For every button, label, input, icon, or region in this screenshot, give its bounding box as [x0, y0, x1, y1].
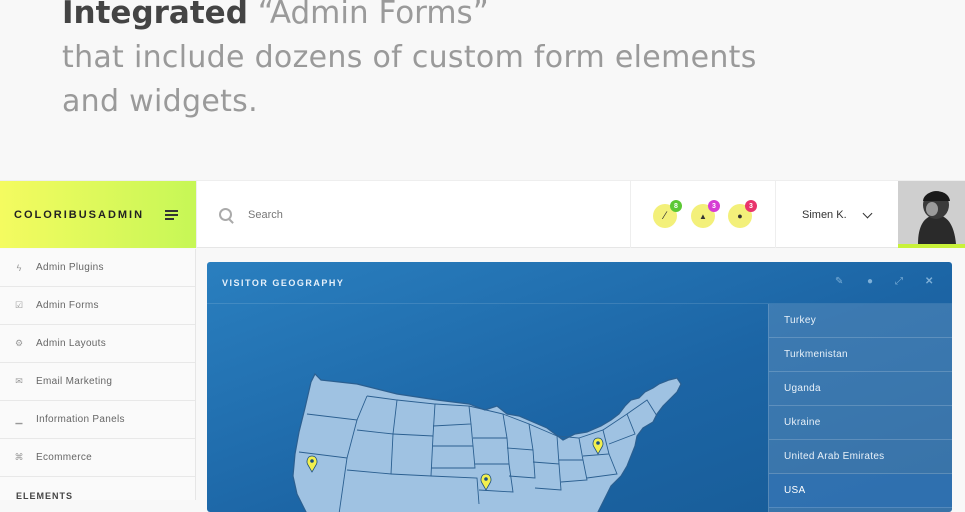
sidebar-item-label: Admin Plugins [36, 262, 104, 273]
hero-headline: Integrated “Admin Forms” [62, 0, 942, 31]
chat-badge: 3 [745, 200, 757, 212]
country-list: Turkey Turkmenistan Uganda Ukraine Unite… [768, 304, 952, 512]
sidebar-item-ecommerce[interactable]: ⌘ Ecommerce [0, 439, 195, 477]
hero-subtitle: that include dozens of custom form eleme… [62, 36, 942, 124]
wand-icon: ∕ [664, 210, 666, 222]
sidebar-item-information-panels[interactable]: ▁ Information Panels [0, 401, 195, 439]
user-name: Simen K. [802, 208, 847, 221]
envelope-icon: ✉ [15, 376, 23, 386]
cart-icon: ⌘ [14, 452, 24, 462]
chat-button[interactable]: ● 3 [728, 200, 757, 228]
sidebar-item-label: Information Panels [36, 414, 125, 425]
sidebar-item-label: Ecommerce [36, 452, 93, 463]
brand-name: COLORIBUSADMIN [14, 208, 145, 221]
visitor-geography-panel: VISITOR GEOGRAPHY ✎ ● ⤢ ✕ Turkey Turkmen… [207, 262, 952, 512]
droplet-icon[interactable]: ● [867, 276, 873, 287]
brand[interactable]: COLORIBUSADMIN [0, 181, 196, 248]
country-item[interactable]: Turkey [769, 304, 952, 338]
country-item[interactable]: Turkmenistan [769, 338, 952, 372]
sidebar-section-label: ELEMENTS [16, 491, 74, 501]
user-menu[interactable]: Simen K. [776, 181, 898, 248]
bell-icon: ▲ [699, 211, 707, 221]
panel-title: VISITOR GEOGRAPHY [222, 277, 345, 288]
wand-badge: 8 [670, 200, 682, 212]
wand-button[interactable]: ∕ 8 [653, 200, 682, 228]
search-input[interactable] [248, 208, 548, 221]
sidebar: ϟ Admin Plugins ☑ Admin Forms ⚙ Admin La… [0, 249, 196, 501]
search-icon [219, 208, 232, 221]
sidebar-item-admin-forms[interactable]: ☑ Admin Forms [0, 287, 195, 325]
bell-button[interactable]: ▲ 3 [691, 200, 720, 228]
gear-icon: ⚙ [14, 338, 24, 348]
hero-subtitle-line2: and widgets. [62, 84, 258, 119]
sidebar-item-email-marketing[interactable]: ✉ Email Marketing [0, 363, 195, 401]
collapse-icon[interactable]: ⤢ [895, 276, 903, 287]
hero-quoted: “Admin Forms” [257, 0, 489, 31]
usa-map[interactable] [207, 304, 768, 512]
signal-icon: ▁ [15, 414, 23, 424]
search-bar [196, 181, 630, 248]
avatar-image [898, 181, 965, 244]
bell-badge: 3 [708, 200, 720, 212]
sidebar-item-label: Admin Layouts [36, 338, 107, 349]
sidebar-item-admin-layouts[interactable]: ⚙ Admin Layouts [0, 325, 195, 363]
avatar[interactable] [898, 181, 965, 248]
hero-bold: Integrated [62, 0, 248, 31]
country-item[interactable]: Uganda [769, 372, 952, 406]
sidebar-item-admin-plugins[interactable]: ϟ Admin Plugins [0, 249, 195, 287]
menu-icon[interactable] [165, 210, 178, 220]
close-icon[interactable]: ✕ [925, 276, 933, 287]
checkbox-icon: ☑ [14, 300, 24, 310]
panel-header: VISITOR GEOGRAPHY ✎ ● ⤢ ✕ [207, 262, 952, 304]
pencil-icon[interactable]: ✎ [835, 276, 843, 287]
sidebar-item-label: Admin Forms [36, 300, 99, 311]
topbar: COLORIBUSADMIN ∕ 8 ▲ 3 ● 3 Simen K. [0, 180, 965, 248]
chat-icon: ● [737, 211, 743, 221]
country-item[interactable]: Ukraine [769, 406, 952, 440]
hero-subtitle-line1: that include dozens of custom form eleme… [62, 40, 757, 75]
country-item[interactable]: United Arab Emirates [769, 440, 952, 474]
bolt-icon: ϟ [16, 262, 22, 273]
country-item-active[interactable]: USA [769, 474, 952, 508]
sidebar-item-label: Email Marketing [36, 376, 113, 387]
notification-area: ∕ 8 ▲ 3 ● 3 [630, 181, 776, 248]
hero: Integrated “Admin Forms” that include do… [62, 0, 942, 124]
